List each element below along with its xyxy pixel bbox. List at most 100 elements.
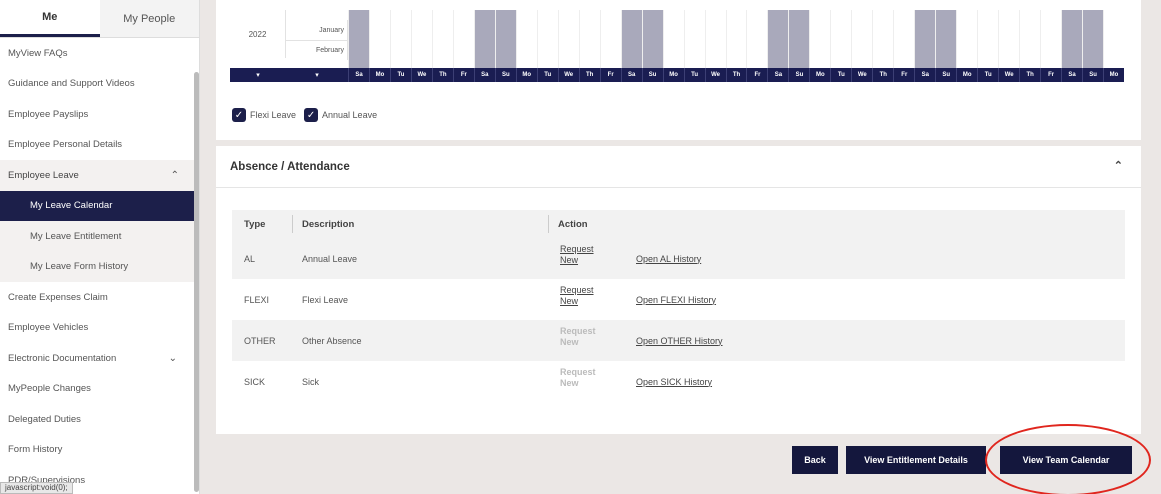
column-divider [548,215,549,233]
calendar-day-column [1082,10,1104,68]
tab-my-people[interactable]: My People [99,0,199,37]
calendar-day-label: Mo [809,68,830,82]
row-type: SICK [244,376,266,387]
calendar-day-column [662,10,684,68]
calendar-day-label: Tu [830,68,851,82]
calendar-day-label: Th [872,68,893,82]
calendar-day-column [620,10,642,68]
calendar-day-column [1040,10,1061,68]
row-type: AL [244,253,256,264]
sidebar-item-form-history[interactable]: Form History [0,435,199,466]
request-label: Request [560,367,596,377]
request-new-disabled: Request New [560,367,596,389]
column-header-action: Action [558,218,588,230]
calendar-day-column [389,10,411,68]
calendar-day-label: Mo [956,68,977,82]
sidebar-item-delegated-duties[interactable]: Delegated Duties [0,404,199,435]
calendar-day-column [1103,10,1124,68]
chevron-up-icon[interactable]: ⌃ [1114,159,1123,172]
sidebar-item-electronic-documentation[interactable]: Electronic Documentation ⌄ [0,343,199,374]
calendar-day-column [536,10,558,68]
sidebar-item-guidance-videos[interactable]: Guidance and Support Videos [0,69,199,100]
request-label: Request [560,285,594,295]
sidebar-item-label: Form History [8,444,63,456]
row-type: OTHER [244,335,276,346]
calendar-day-label: Th [578,68,600,82]
highlight-circle [985,424,1151,494]
sidebar-item-mypeople-changes[interactable]: MyPeople Changes [0,374,199,405]
legend-label-flexi: Flexi Leave [250,110,297,120]
calendar-day-column [998,10,1019,68]
request-label: New [560,337,579,347]
sidebar-item-myview-faqs[interactable]: MyView FAQs [0,38,199,69]
calendar-day-label: Tu [977,68,998,82]
view-entitlement-details-button[interactable]: View Entitlement Details [846,446,986,474]
request-new-link[interactable]: Request New [560,285,594,307]
flexi-leave-checkbox[interactable]: ✓ [232,108,246,122]
calendar-day-label: Su [641,68,663,82]
sidebar-item-label: Employee Leave [8,169,79,181]
request-label: New [560,255,579,265]
calendar-day-label: Mo [1103,68,1124,82]
year-select-arrow[interactable]: ▾ [230,68,286,82]
open-history-link[interactable]: Open AL History [636,238,701,279]
tab-me[interactable]: Me [0,0,100,37]
calendar-day-column [914,10,936,68]
sidebar-item-my-leave-calendar[interactable]: My Leave Calendar [0,190,199,221]
sidebar-item-employee-leave[interactable]: Employee Leave ⌃ [0,160,199,191]
sidebar-item-create-expenses-claim[interactable]: Create Expenses Claim [0,282,199,313]
row-description: Flexi Leave [302,294,349,305]
calendar-day-label: Fr [599,68,621,82]
calendar-day-label: Fr [452,68,474,82]
calendar-day-label: Sa [1061,68,1082,82]
calendar-day-label: Su [1082,68,1103,82]
calendar-day-label: Fr [1040,68,1061,82]
annual-leave-checkbox[interactable]: ✓ [304,108,319,122]
request-new-link[interactable]: Request New [560,244,594,266]
table-row: SICK Sick Request New Open SICK History [232,361,1125,402]
calendar-day-column [494,10,516,68]
back-button[interactable]: Back [792,446,838,474]
calendar-day-label: Fr [746,68,767,82]
absence-section-header[interactable]: Absence / Attendance ⌃ [216,146,1141,188]
calendar-day-label: Sa [620,68,642,82]
calendar-day-column [788,10,810,68]
open-history-link[interactable]: Open SICK History [636,361,712,402]
sidebar-item-label: My Leave Calendar [30,200,113,212]
calendar-day-column [452,10,474,68]
sidebar-item-label: Electronic Documentation [8,352,117,364]
calendar-day-column [431,10,453,68]
calendar-day-label: Tu [536,68,558,82]
leave-calendar-card: 2022 January February ▾ ▾ Sa Mo Tu We Th Fr Sa… [216,0,1141,140]
column-header-type: Type [244,218,266,230]
sidebar-item-label: Create Expenses Claim [8,291,108,303]
calendar-day-column [348,10,369,68]
open-history-link[interactable]: Open OTHER History [636,320,723,361]
table-row: AL Annual Leave Request New Open AL Histo… [232,238,1125,279]
calendar-year: 2022 [230,10,286,58]
calendar-day-columns [348,10,1124,68]
calendar-day-column [767,10,789,68]
calendar-day-label: Su [788,68,809,82]
calendar-day-column [410,10,432,68]
sidebar-tabs: Me My People [0,0,199,38]
calendar-day-header: ▾ ▾ Sa Mo Tu We Th Fr Sa Su Mo Tu We Th Fr Sa Su Mo Tu We… [230,68,1124,82]
calendar-day-label: Mo [515,68,537,82]
month-select-arrow[interactable]: ▾ [286,68,348,82]
row-description: Sick [302,376,320,387]
calendar-day-column [1061,10,1083,68]
open-history-link[interactable]: Open FLEXI History [636,279,716,320]
calendar-day-column [872,10,893,68]
calendar-day-label: Sa [767,68,788,82]
calendar-day-column [851,10,872,68]
absence-table: Type Description Action AL Annual Leave … [232,210,1125,402]
sidebar-item-employee-vehicles[interactable]: Employee Vehicles [0,313,199,344]
sidebar-item-personal-details[interactable]: Employee Personal Details [0,130,199,161]
sidebar-item-my-leave-entitlement[interactable]: My Leave Entitlement [0,221,199,252]
column-header-description: Description [302,218,355,230]
calendar-day-column [683,10,705,68]
sidebar-scrollbar[interactable] [194,72,199,492]
calendar-day-label: Sa [914,68,935,82]
sidebar-item-my-leave-form-history[interactable]: My Leave Form History [0,251,199,282]
sidebar-item-payslips[interactable]: Employee Payslips [0,99,199,130]
